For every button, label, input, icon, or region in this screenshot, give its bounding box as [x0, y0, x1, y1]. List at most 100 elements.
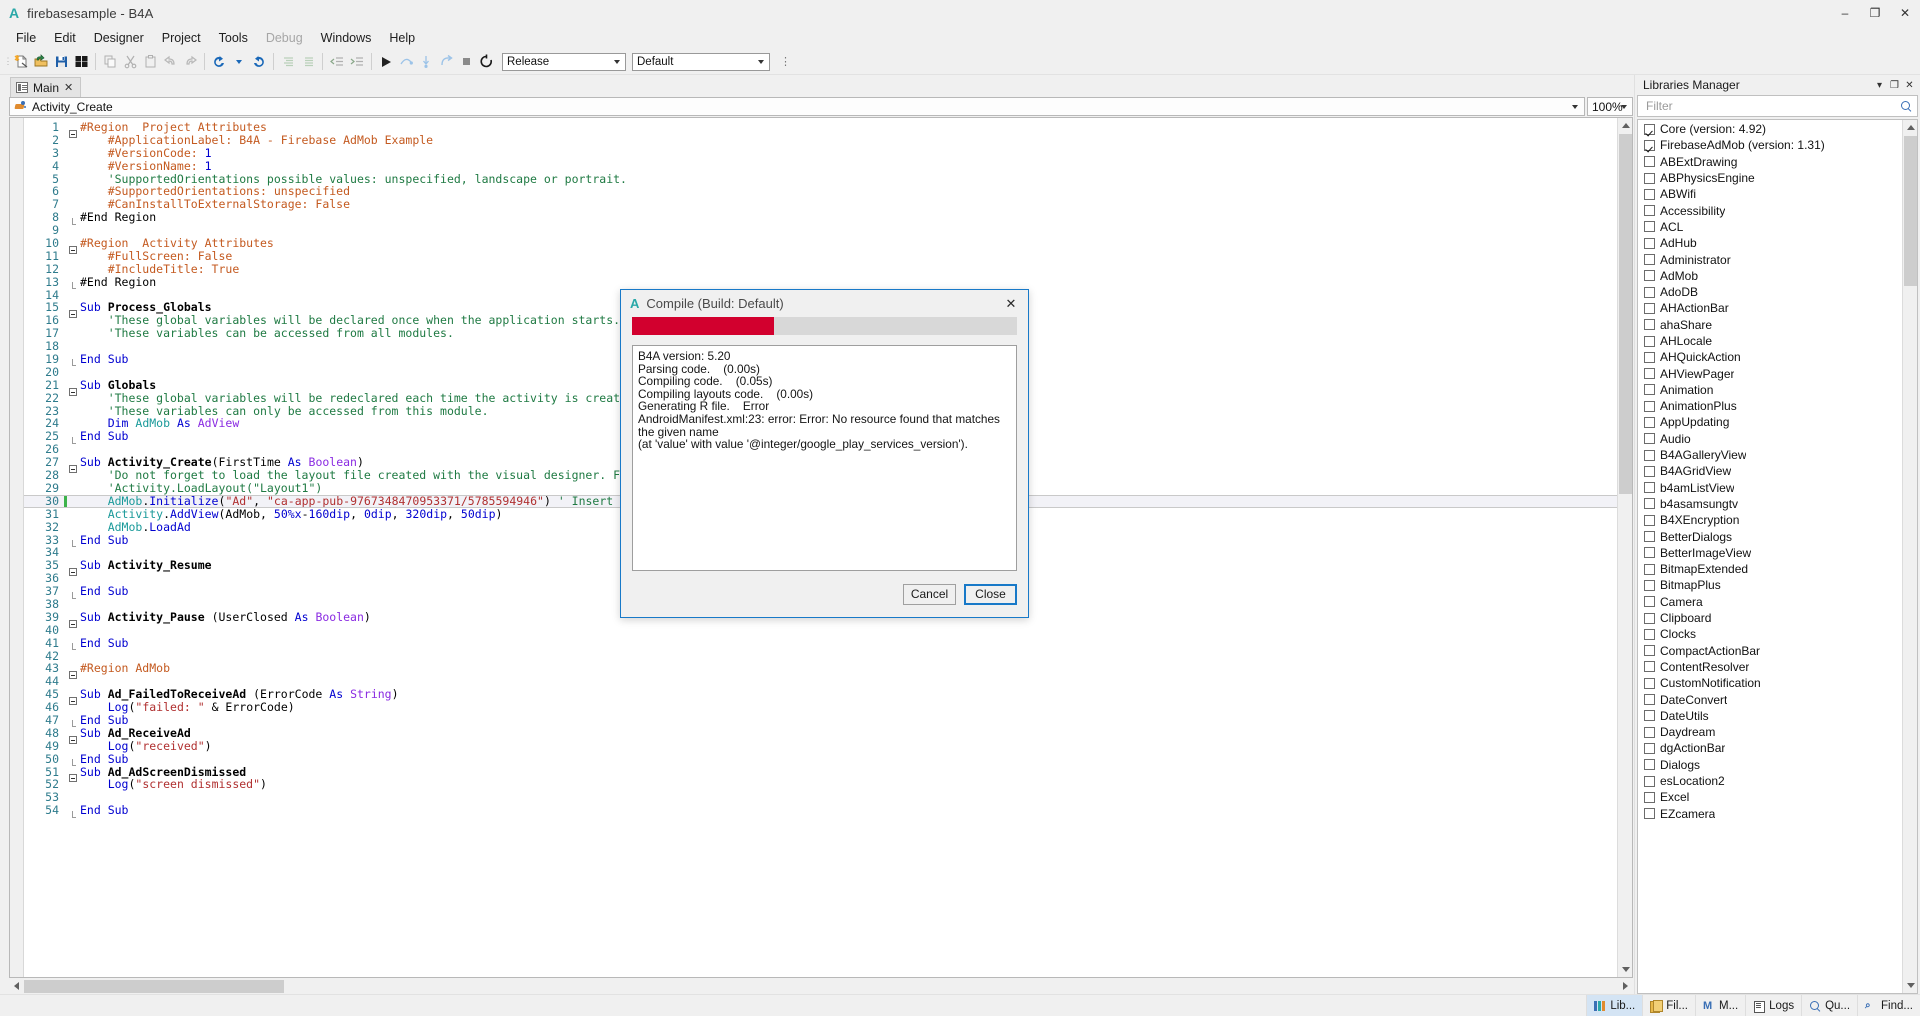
library-checkbox[interactable]: [1644, 547, 1655, 558]
library-checkbox[interactable]: [1644, 743, 1655, 754]
library-list-item[interactable]: Administrator: [1638, 251, 1917, 267]
library-checkbox[interactable]: [1644, 710, 1655, 721]
library-checkbox[interactable]: [1644, 173, 1655, 184]
library-checkbox[interactable]: [1644, 645, 1655, 656]
code-line[interactable]: 52 Log("screen dismissed"): [24, 778, 1632, 791]
library-list-item[interactable]: Core (version: 4.92): [1638, 121, 1917, 137]
library-checkbox[interactable]: [1644, 401, 1655, 412]
scroll-down-icon[interactable]: [1903, 978, 1918, 993]
library-checkbox[interactable]: [1644, 287, 1655, 298]
library-list-item[interactable]: ABExtDrawing: [1638, 154, 1917, 170]
library-checkbox[interactable]: [1644, 694, 1655, 705]
library-checkbox[interactable]: [1644, 433, 1655, 444]
library-checkbox[interactable]: [1644, 384, 1655, 395]
library-checkbox[interactable]: [1644, 254, 1655, 265]
library-checkbox[interactable]: [1644, 792, 1655, 803]
library-list-item[interactable]: B4AGalleryView: [1638, 447, 1917, 463]
code-line[interactable]: 53: [24, 791, 1632, 804]
library-list-item[interactable]: CompactActionBar: [1638, 643, 1917, 659]
horizontal-scroll-thumb[interactable]: [24, 980, 284, 993]
scroll-left-icon[interactable]: [9, 979, 24, 994]
copy-icon[interactable]: [100, 52, 120, 72]
stop-icon[interactable]: [456, 52, 476, 72]
restore-panel-icon[interactable]: ❐: [1887, 78, 1902, 93]
cut-icon[interactable]: [120, 52, 140, 72]
library-checkbox[interactable]: [1644, 580, 1655, 591]
menu-item-designer[interactable]: Designer: [85, 28, 153, 48]
scroll-up-icon[interactable]: [1618, 118, 1632, 133]
library-list-item[interactable]: AnimationPlus: [1638, 398, 1917, 414]
code-line[interactable]: 54End Sub: [24, 804, 1632, 817]
editor-horizontal-scrollbar[interactable]: [9, 978, 1633, 994]
code-line[interactable]: 10#Region Activity Attributes: [24, 237, 1632, 250]
paste-icon[interactable]: [140, 52, 160, 72]
library-list-item[interactable]: BetterImageView: [1638, 545, 1917, 561]
library-checkbox[interactable]: [1644, 205, 1655, 216]
library-list-item[interactable]: b4asamsungtv: [1638, 496, 1917, 512]
library-checkbox[interactable]: [1644, 238, 1655, 249]
library-checkbox[interactable]: [1644, 368, 1655, 379]
close-panel-icon[interactable]: ✕: [1902, 78, 1917, 93]
close-window-button[interactable]: ✕: [1890, 0, 1920, 26]
status-tab-qu[interactable]: Qu...: [1801, 995, 1857, 1016]
library-list-item[interactable]: BitmapExtended: [1638, 561, 1917, 577]
tab-main[interactable]: Main ✕: [10, 77, 81, 97]
library-list-item[interactable]: BetterDialogs: [1638, 528, 1917, 544]
library-checkbox[interactable]: [1644, 450, 1655, 461]
library-checkbox[interactable]: [1644, 727, 1655, 738]
library-list-item[interactable]: B4AGridView: [1638, 463, 1917, 479]
save-all-icon[interactable]: [71, 52, 91, 72]
library-list-item[interactable]: Camera: [1638, 594, 1917, 610]
library-list-item[interactable]: b4amListView: [1638, 480, 1917, 496]
library-checkbox[interactable]: [1644, 221, 1655, 232]
status-tab-logs[interactable]: Logs: [1745, 995, 1801, 1016]
library-checkbox[interactable]: [1644, 613, 1655, 624]
library-list-item[interactable]: Daydream: [1638, 724, 1917, 740]
indent-icon[interactable]: [347, 52, 367, 72]
step-out-icon[interactable]: [436, 52, 456, 72]
library-checkbox[interactable]: [1644, 629, 1655, 640]
code-line[interactable]: 40: [24, 624, 1632, 637]
new-file-icon[interactable]: [11, 52, 31, 72]
close-dialog-button[interactable]: ✕: [994, 291, 1028, 317]
undo-icon[interactable]: [160, 52, 180, 72]
library-list-item[interactable]: ABPhysicsEngine: [1638, 170, 1917, 186]
menu-item-windows[interactable]: Windows: [312, 28, 381, 48]
library-list-item[interactable]: AdoDB: [1638, 284, 1917, 300]
step-into-icon[interactable]: [416, 52, 436, 72]
open-file-icon[interactable]: [31, 52, 51, 72]
library-list-item[interactable]: ABWifi: [1638, 186, 1917, 202]
library-checkbox[interactable]: [1644, 189, 1655, 200]
library-list-item[interactable]: Clipboard: [1638, 610, 1917, 626]
code-line[interactable]: 2 #ApplicationLabel: B4A - Firebase AdMo…: [24, 134, 1632, 147]
scroll-down-icon[interactable]: [1618, 962, 1632, 977]
menu-item-project[interactable]: Project: [153, 28, 210, 48]
menu-item-tools[interactable]: Tools: [210, 28, 257, 48]
status-tab-m[interactable]: MM...: [1695, 995, 1745, 1016]
toolbar-grip[interactable]: ⋮: [4, 53, 11, 71]
library-checkbox[interactable]: [1644, 303, 1655, 314]
code-line[interactable]: 12 #IncludeTitle: True: [24, 263, 1632, 276]
library-list-container[interactable]: Core (version: 4.92)FirebaseAdMob (versi…: [1637, 119, 1918, 994]
menu-item-file[interactable]: File: [7, 28, 45, 48]
library-list-item[interactable]: Excel: [1638, 789, 1917, 805]
library-list-item[interactable]: Animation: [1638, 382, 1917, 398]
code-line[interactable]: 41End Sub: [24, 637, 1632, 650]
library-checkbox[interactable]: [1644, 482, 1655, 493]
library-list-item[interactable]: BitmapPlus: [1638, 577, 1917, 593]
zoom-selector[interactable]: 100%: [1587, 97, 1633, 116]
run-icon[interactable]: [376, 52, 396, 72]
library-list-item[interactable]: Dialogs: [1638, 757, 1917, 773]
close-button[interactable]: Close: [964, 584, 1017, 605]
library-checkbox[interactable]: [1644, 270, 1655, 281]
library-checkbox[interactable]: [1644, 776, 1655, 787]
library-filter-row[interactable]: [1637, 95, 1918, 117]
bookmark-gutter[interactable]: [10, 118, 24, 977]
restart-icon[interactable]: [476, 52, 496, 72]
scroll-right-icon[interactable]: [1618, 979, 1633, 994]
library-list-item[interactable]: AHQuickAction: [1638, 349, 1917, 365]
menu-item-edit[interactable]: Edit: [45, 28, 85, 48]
code-line[interactable]: 11 #FullScreen: False: [24, 250, 1632, 263]
library-checkbox[interactable]: [1644, 678, 1655, 689]
library-checkbox[interactable]: [1644, 596, 1655, 607]
